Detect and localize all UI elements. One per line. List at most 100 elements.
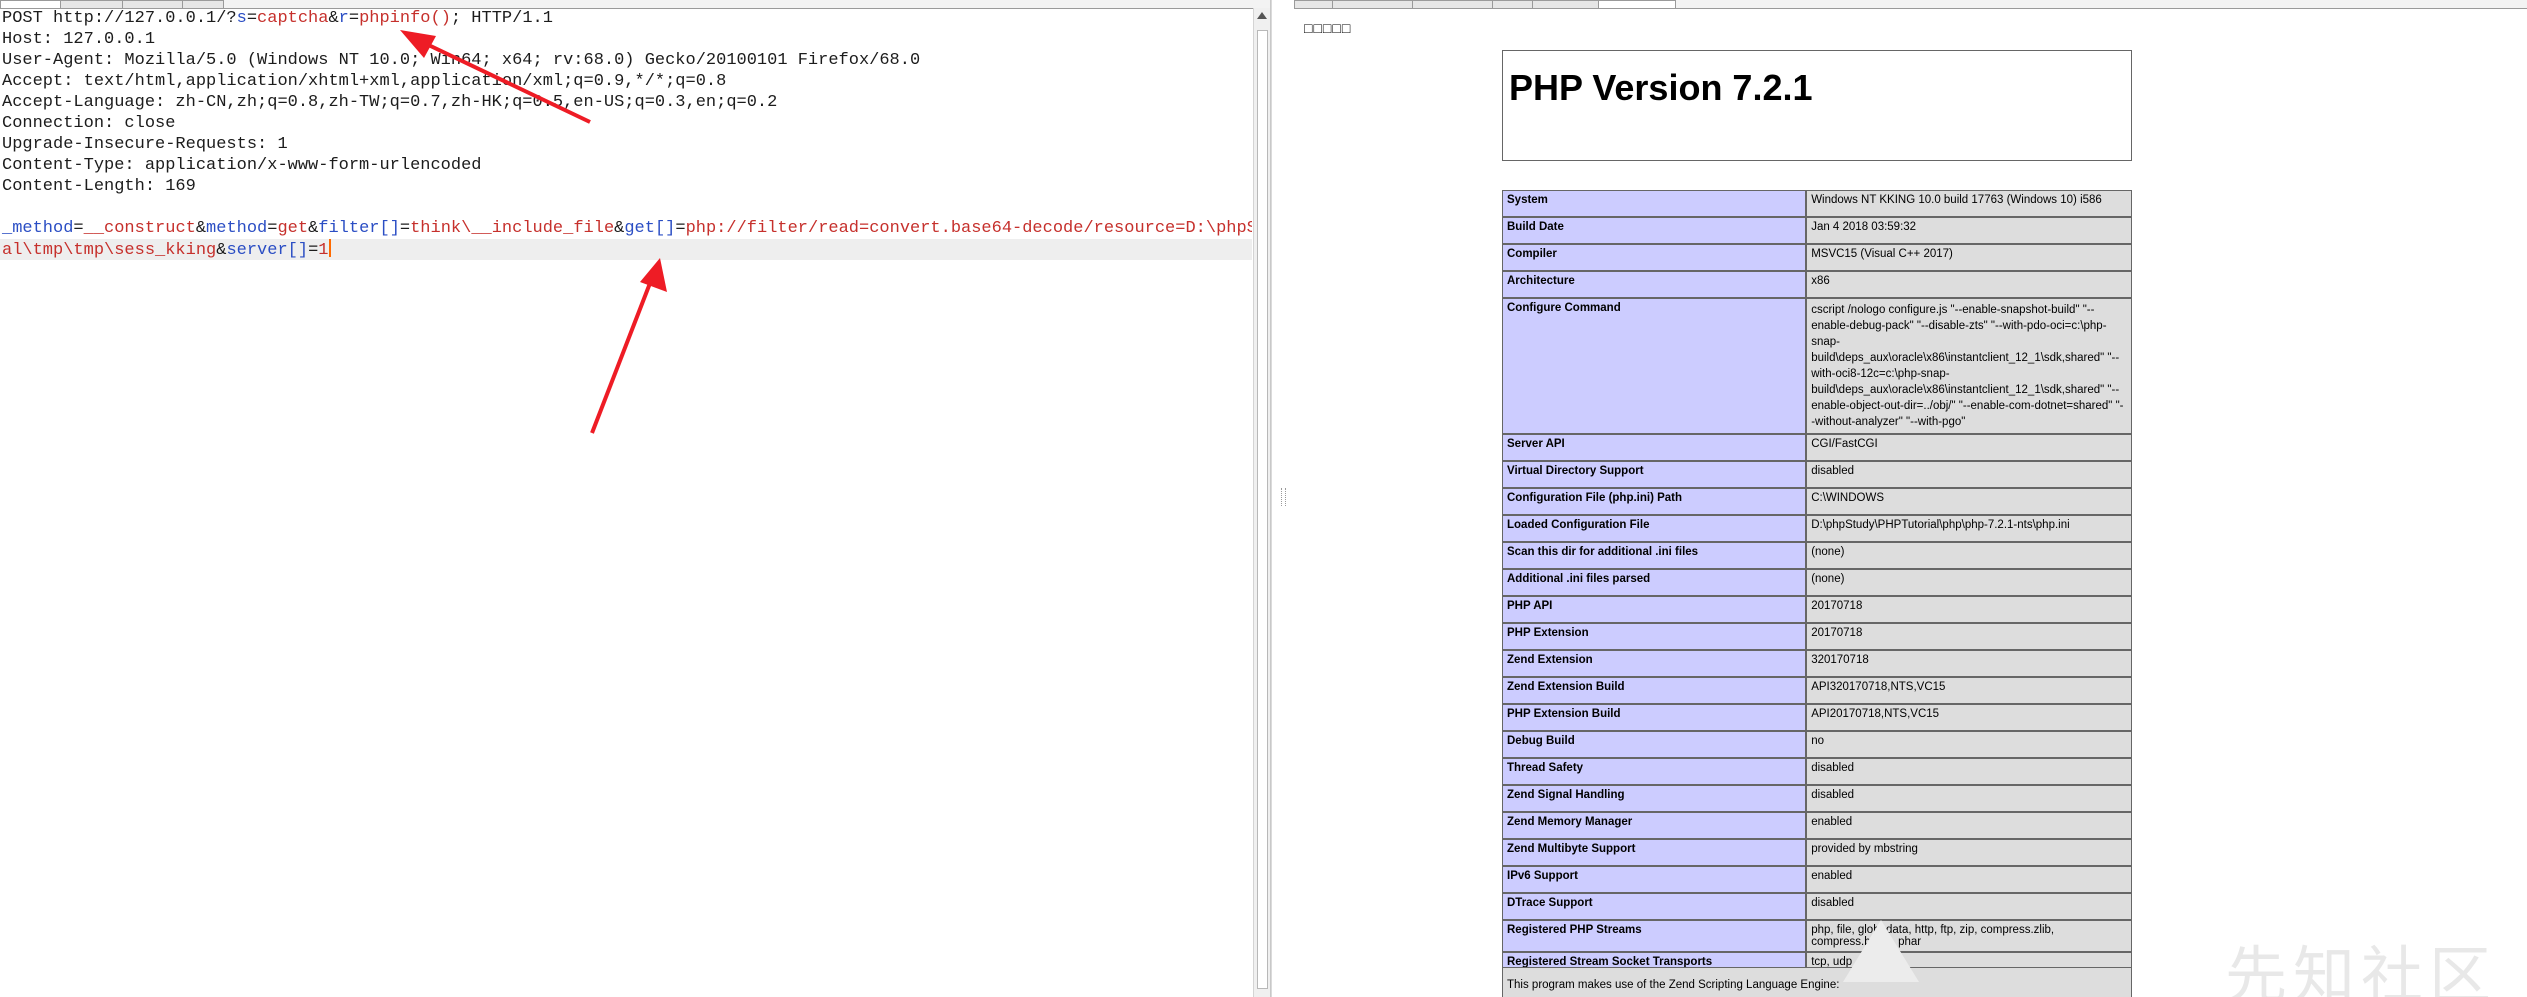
setting-value: C:\WINDOWS [1806, 488, 2132, 515]
setting-name: System [1502, 190, 1807, 217]
table-row: Zend Extension 320170718 [1502, 650, 2132, 677]
table-row: PHP Extension 20170718 [1502, 623, 2132, 650]
setting-name: Additional .ini files parsed [1502, 569, 1807, 596]
setting-value: enabled [1806, 812, 2132, 839]
request-token: Content-Type: application/x-www-form-url… [2, 156, 482, 175]
tab-response-render-active[interactable] [1598, 0, 1676, 8]
setting-value: API320170718,NTS,VC15 [1806, 677, 2132, 704]
setting-name: Loaded Configuration File [1502, 515, 1807, 542]
setting-value: enabled [1806, 866, 2132, 893]
request-token: & [614, 219, 625, 238]
request-token: Host: 127.0.0.1 [2, 30, 156, 49]
request-token: al\tmp\tmp\sess_kking [2, 241, 217, 260]
request-line[interactable]: _method=__construct&method=get&filter[]=… [0, 218, 1252, 239]
request-line[interactable]: Upgrade-Insecure-Requests: 1 [0, 134, 1252, 155]
request-token: = [348, 9, 360, 28]
setting-name: DTrace Support [1502, 893, 1807, 920]
scrollbar-thumb[interactable] [1257, 30, 1268, 989]
setting-name: Scan this dir for additional .ini files [1502, 542, 1807, 569]
tab-hex[interactable] [182, 0, 224, 8]
request-line[interactable]: Content-Type: application/x-www-form-url… [0, 155, 1252, 176]
request-token: = [399, 219, 411, 238]
request-token: ; [450, 9, 462, 28]
table-row: Additional .ini files parsed (none) [1502, 569, 2132, 596]
tab-response-raw[interactable] [1294, 0, 1334, 8]
tab-response-html[interactable] [1492, 0, 1534, 8]
tab-response-hex[interactable] [1412, 0, 1494, 8]
request-line[interactable]: User-Agent: Mozilla/5.0 (Windows NT 10.0… [0, 50, 1252, 71]
request-line[interactable] [0, 197, 1252, 218]
request-token: & [328, 9, 339, 28]
setting-name: Zend Memory Manager [1502, 812, 1807, 839]
watermark-logo-icon [1843, 920, 1919, 982]
request-line[interactable]: al\tmp\tmp\sess_kking&server[]=1 [0, 239, 1252, 260]
table-row: Compiler MSVC15 (Visual C++ 2017) [1502, 244, 2132, 271]
tab-params[interactable] [60, 0, 124, 8]
setting-name: Debug Build [1502, 731, 1807, 758]
request-line[interactable]: Accept-Language: zh-CN,zh;q=0.8,zh-TW;q=… [0, 92, 1252, 113]
setting-name: Zend Extension Build [1502, 677, 1807, 704]
tab-raw[interactable] [0, 0, 62, 8]
table-row: Zend Multibyte Support provided by mbstri… [1502, 839, 2132, 866]
splitter-grip-icon[interactable] [1281, 488, 1286, 506]
request-editor[interactable]: POST http://127.0.0.1/?s=captcha&r=phpin… [0, 8, 1252, 997]
request-token: get[] [624, 219, 676, 238]
pane-splitter[interactable] [1271, 0, 1295, 997]
request-scrollbar[interactable] [1253, 8, 1270, 997]
watermark-text: 先知社区 [2224, 942, 2497, 997]
request-token: _method [2, 219, 74, 238]
tab-headers[interactable] [122, 0, 184, 8]
setting-name: IPv6 Support [1502, 866, 1807, 893]
table-row: Loaded Configuration File D:\phpStudy\PHP… [1502, 515, 2132, 542]
request-line[interactable]: Content-Length: 169 [0, 176, 1252, 197]
request-token: & [308, 219, 319, 238]
setting-value: 20170718 [1806, 623, 2132, 650]
request-token: server[] [226, 241, 309, 260]
setting-value: disabled [1806, 785, 2132, 812]
tab-response-render[interactable] [1532, 0, 1600, 8]
table-row: Virtual Directory Support disabled [1502, 461, 2132, 488]
setting-name: Virtual Directory Support [1502, 461, 1807, 488]
response-tab-strip [1294, 0, 2527, 9]
setting-value: API20170718,NTS,VC15 [1806, 704, 2132, 731]
table-row: Configuration File (php.ini) Path C:\WIND… [1502, 488, 2132, 515]
tab-response-headers[interactable] [1332, 0, 1414, 8]
setting-value: disabled [1806, 893, 2132, 920]
table-row: PHP API 20170718 [1502, 596, 2132, 623]
setting-name: Zend Multibyte Support [1502, 839, 1807, 866]
response-pane: □□□□□ PHP Version 7.2.1 System Windows NT… [1294, 0, 2527, 997]
table-row: Configure Command cscript /nologo configu… [1502, 298, 2132, 434]
setting-value: x86 [1806, 271, 2132, 298]
setting-value: MSVC15 (Visual C++ 2017) [1806, 244, 2132, 271]
table-row: PHP Extension Build API20170718,NTS,VC15 [1502, 704, 2132, 731]
phpinfo-table: System Windows NT KKING 10.0 build 17763 … [1502, 190, 2132, 997]
request-token: think\__include_file [410, 219, 615, 238]
scroll-up-icon[interactable] [1257, 12, 1267, 19]
request-pane: POST http://127.0.0.1/?s=captcha&r=phpin… [0, 0, 1271, 997]
setting-name: Thread Safety [1502, 758, 1807, 785]
request-token: = [267, 219, 278, 238]
table-row: Zend Memory Manager enabled [1502, 812, 2132, 839]
php-version-header: PHP Version 7.2.1 [1502, 50, 2132, 161]
request-line[interactable]: Host: 127.0.0.1 [0, 29, 1252, 50]
setting-name: PHP Extension Build [1502, 704, 1807, 731]
setting-name: PHP API [1502, 596, 1807, 623]
request-line[interactable]: Connection: close [0, 113, 1252, 134]
setting-name: Architecture [1502, 271, 1807, 298]
request-token: __construct [83, 219, 196, 238]
zend-engine-notice: This program makes use of the Zend Scrip… [1502, 967, 2132, 997]
request-line[interactable]: POST http://127.0.0.1/?s=captcha&r=phpin… [0, 8, 1252, 29]
request-token: get [277, 219, 309, 238]
table-row: Build Date Jan 4 2018 03:59:32 [1502, 217, 2132, 244]
request-token: POST http://127.0.0.1/? [2, 9, 237, 28]
setting-name: Configuration File (php.ini) Path [1502, 488, 1807, 515]
request-line[interactable]: Accept: text/html,application/xhtml+xml,… [0, 71, 1252, 92]
text-cursor [329, 239, 332, 257]
table-row: Zend Signal Handling disabled [1502, 785, 2132, 812]
request-token: captcha [257, 9, 329, 28]
request-token: Accept-Language: zh-CN,zh;q=0.8,zh-TW;q=… [2, 93, 778, 112]
table-row: IPv6 Support enabled [1502, 866, 2132, 893]
request-token: phpinfo() [359, 9, 451, 28]
setting-name: Server API [1502, 434, 1807, 461]
table-row: Thread Safety disabled [1502, 758, 2132, 785]
